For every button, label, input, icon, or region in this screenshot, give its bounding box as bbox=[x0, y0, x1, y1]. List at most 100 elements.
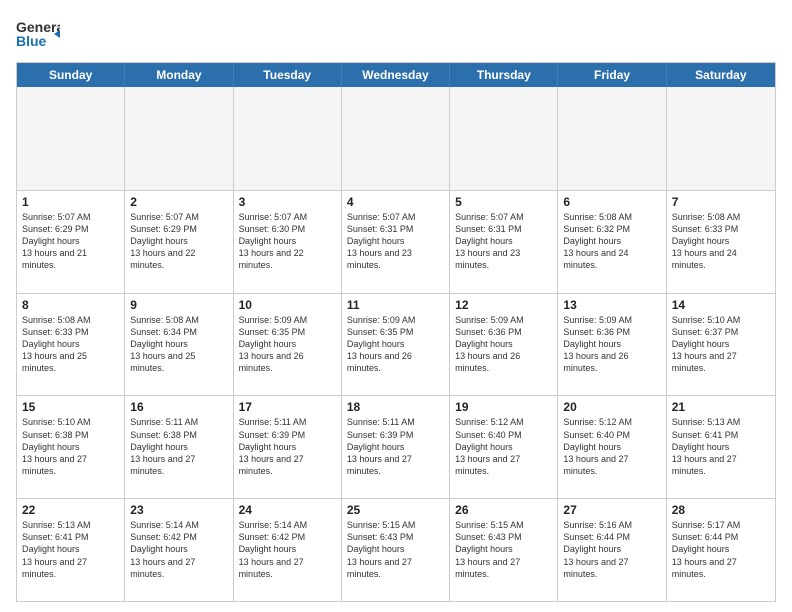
calendar-row: 1 Sunrise: 5:07 AMSunset: 6:29 PMDayligh… bbox=[17, 190, 775, 293]
weekday-monday: Monday bbox=[125, 63, 233, 87]
calendar-cell: 3 Sunrise: 5:07 AMSunset: 6:30 PMDayligh… bbox=[234, 191, 342, 293]
calendar-cell: 24 Sunrise: 5:14 AMSunset: 6:42 PMDaylig… bbox=[234, 499, 342, 601]
cell-info: Sunrise: 5:07 AMSunset: 6:29 PMDaylight … bbox=[22, 211, 119, 272]
calendar-cell: 11 Sunrise: 5:09 AMSunset: 6:35 PMDaylig… bbox=[342, 294, 450, 396]
cell-info: Sunrise: 5:13 AMSunset: 6:41 PMDaylight … bbox=[22, 519, 119, 580]
calendar-cell: 16 Sunrise: 5:11 AMSunset: 6:38 PMDaylig… bbox=[125, 396, 233, 498]
calendar-cell: 14 Sunrise: 5:10 AMSunset: 6:37 PMDaylig… bbox=[667, 294, 775, 396]
calendar-cell bbox=[342, 87, 450, 190]
weekday-thursday: Thursday bbox=[450, 63, 558, 87]
calendar-cell: 13 Sunrise: 5:09 AMSunset: 6:36 PMDaylig… bbox=[558, 294, 666, 396]
day-number: 23 bbox=[130, 503, 227, 517]
day-number: 5 bbox=[455, 195, 552, 209]
calendar-cell bbox=[17, 87, 125, 190]
calendar-cell: 6 Sunrise: 5:08 AMSunset: 6:32 PMDayligh… bbox=[558, 191, 666, 293]
cell-info: Sunrise: 5:08 AMSunset: 6:34 PMDaylight … bbox=[130, 314, 227, 375]
page-container: General Blue Sunday Monday Tuesday Wedne… bbox=[0, 0, 792, 612]
cell-info: Sunrise: 5:16 AMSunset: 6:44 PMDaylight … bbox=[563, 519, 660, 580]
day-number: 18 bbox=[347, 400, 444, 414]
day-number: 1 bbox=[22, 195, 119, 209]
day-number: 14 bbox=[672, 298, 770, 312]
cell-info: Sunrise: 5:11 AMSunset: 6:39 PMDaylight … bbox=[347, 416, 444, 477]
day-number: 9 bbox=[130, 298, 227, 312]
calendar-cell: 23 Sunrise: 5:14 AMSunset: 6:42 PMDaylig… bbox=[125, 499, 233, 601]
calendar-cell: 17 Sunrise: 5:11 AMSunset: 6:39 PMDaylig… bbox=[234, 396, 342, 498]
calendar-cell: 4 Sunrise: 5:07 AMSunset: 6:31 PMDayligh… bbox=[342, 191, 450, 293]
cell-info: Sunrise: 5:07 AMSunset: 6:30 PMDaylight … bbox=[239, 211, 336, 272]
calendar-cell: 9 Sunrise: 5:08 AMSunset: 6:34 PMDayligh… bbox=[125, 294, 233, 396]
calendar-cell: 21 Sunrise: 5:13 AMSunset: 6:41 PMDaylig… bbox=[667, 396, 775, 498]
calendar-cell: 28 Sunrise: 5:17 AMSunset: 6:44 PMDaylig… bbox=[667, 499, 775, 601]
day-number: 16 bbox=[130, 400, 227, 414]
cell-info: Sunrise: 5:07 AMSunset: 6:31 PMDaylight … bbox=[347, 211, 444, 272]
day-number: 4 bbox=[347, 195, 444, 209]
day-number: 17 bbox=[239, 400, 336, 414]
logo-icon: General Blue bbox=[16, 16, 60, 54]
day-number: 15 bbox=[22, 400, 119, 414]
cell-info: Sunrise: 5:08 AMSunset: 6:33 PMDaylight … bbox=[672, 211, 770, 272]
calendar-cell bbox=[450, 87, 558, 190]
calendar-row bbox=[17, 87, 775, 190]
svg-text:Blue: Blue bbox=[16, 33, 47, 49]
cell-info: Sunrise: 5:15 AMSunset: 6:43 PMDaylight … bbox=[455, 519, 552, 580]
calendar-body: 1 Sunrise: 5:07 AMSunset: 6:29 PMDayligh… bbox=[17, 87, 775, 601]
day-number: 21 bbox=[672, 400, 770, 414]
calendar-cell: 22 Sunrise: 5:13 AMSunset: 6:41 PMDaylig… bbox=[17, 499, 125, 601]
calendar-row: 8 Sunrise: 5:08 AMSunset: 6:33 PMDayligh… bbox=[17, 293, 775, 396]
day-number: 19 bbox=[455, 400, 552, 414]
calendar-cell: 25 Sunrise: 5:15 AMSunset: 6:43 PMDaylig… bbox=[342, 499, 450, 601]
day-number: 25 bbox=[347, 503, 444, 517]
cell-info: Sunrise: 5:07 AMSunset: 6:29 PMDaylight … bbox=[130, 211, 227, 272]
weekday-friday: Friday bbox=[558, 63, 666, 87]
day-number: 20 bbox=[563, 400, 660, 414]
calendar-cell: 27 Sunrise: 5:16 AMSunset: 6:44 PMDaylig… bbox=[558, 499, 666, 601]
day-number: 3 bbox=[239, 195, 336, 209]
calendar-cell: 10 Sunrise: 5:09 AMSunset: 6:35 PMDaylig… bbox=[234, 294, 342, 396]
day-number: 8 bbox=[22, 298, 119, 312]
weekday-wednesday: Wednesday bbox=[342, 63, 450, 87]
calendar-cell: 20 Sunrise: 5:12 AMSunset: 6:40 PMDaylig… bbox=[558, 396, 666, 498]
day-number: 11 bbox=[347, 298, 444, 312]
weekday-tuesday: Tuesday bbox=[234, 63, 342, 87]
calendar-cell bbox=[234, 87, 342, 190]
day-number: 13 bbox=[563, 298, 660, 312]
cell-info: Sunrise: 5:12 AMSunset: 6:40 PMDaylight … bbox=[563, 416, 660, 477]
calendar-cell bbox=[125, 87, 233, 190]
weekday-sunday: Sunday bbox=[17, 63, 125, 87]
day-number: 7 bbox=[672, 195, 770, 209]
calendar-cell: 8 Sunrise: 5:08 AMSunset: 6:33 PMDayligh… bbox=[17, 294, 125, 396]
day-number: 12 bbox=[455, 298, 552, 312]
cell-info: Sunrise: 5:17 AMSunset: 6:44 PMDaylight … bbox=[672, 519, 770, 580]
calendar-cell: 15 Sunrise: 5:10 AMSunset: 6:38 PMDaylig… bbox=[17, 396, 125, 498]
cell-info: Sunrise: 5:11 AMSunset: 6:39 PMDaylight … bbox=[239, 416, 336, 477]
cell-info: Sunrise: 5:14 AMSunset: 6:42 PMDaylight … bbox=[239, 519, 336, 580]
cell-info: Sunrise: 5:13 AMSunset: 6:41 PMDaylight … bbox=[672, 416, 770, 477]
calendar-cell: 12 Sunrise: 5:09 AMSunset: 6:36 PMDaylig… bbox=[450, 294, 558, 396]
cell-info: Sunrise: 5:12 AMSunset: 6:40 PMDaylight … bbox=[455, 416, 552, 477]
calendar-cell: 1 Sunrise: 5:07 AMSunset: 6:29 PMDayligh… bbox=[17, 191, 125, 293]
cell-info: Sunrise: 5:11 AMSunset: 6:38 PMDaylight … bbox=[130, 416, 227, 477]
calendar-cell: 7 Sunrise: 5:08 AMSunset: 6:33 PMDayligh… bbox=[667, 191, 775, 293]
calendar-cell: 19 Sunrise: 5:12 AMSunset: 6:40 PMDaylig… bbox=[450, 396, 558, 498]
cell-info: Sunrise: 5:09 AMSunset: 6:36 PMDaylight … bbox=[455, 314, 552, 375]
cell-info: Sunrise: 5:10 AMSunset: 6:37 PMDaylight … bbox=[672, 314, 770, 375]
day-number: 28 bbox=[672, 503, 770, 517]
cell-info: Sunrise: 5:09 AMSunset: 6:35 PMDaylight … bbox=[239, 314, 336, 375]
calendar-cell bbox=[667, 87, 775, 190]
cell-info: Sunrise: 5:15 AMSunset: 6:43 PMDaylight … bbox=[347, 519, 444, 580]
day-number: 22 bbox=[22, 503, 119, 517]
cell-info: Sunrise: 5:10 AMSunset: 6:38 PMDaylight … bbox=[22, 416, 119, 477]
day-number: 27 bbox=[563, 503, 660, 517]
header: General Blue bbox=[16, 16, 776, 54]
calendar-cell: 26 Sunrise: 5:15 AMSunset: 6:43 PMDaylig… bbox=[450, 499, 558, 601]
cell-info: Sunrise: 5:08 AMSunset: 6:33 PMDaylight … bbox=[22, 314, 119, 375]
day-number: 2 bbox=[130, 195, 227, 209]
calendar-cell: 18 Sunrise: 5:11 AMSunset: 6:39 PMDaylig… bbox=[342, 396, 450, 498]
calendar-header: Sunday Monday Tuesday Wednesday Thursday… bbox=[17, 63, 775, 87]
cell-info: Sunrise: 5:14 AMSunset: 6:42 PMDaylight … bbox=[130, 519, 227, 580]
cell-info: Sunrise: 5:08 AMSunset: 6:32 PMDaylight … bbox=[563, 211, 660, 272]
day-number: 10 bbox=[239, 298, 336, 312]
calendar-cell: 5 Sunrise: 5:07 AMSunset: 6:31 PMDayligh… bbox=[450, 191, 558, 293]
calendar-cell: 2 Sunrise: 5:07 AMSunset: 6:29 PMDayligh… bbox=[125, 191, 233, 293]
cell-info: Sunrise: 5:07 AMSunset: 6:31 PMDaylight … bbox=[455, 211, 552, 272]
